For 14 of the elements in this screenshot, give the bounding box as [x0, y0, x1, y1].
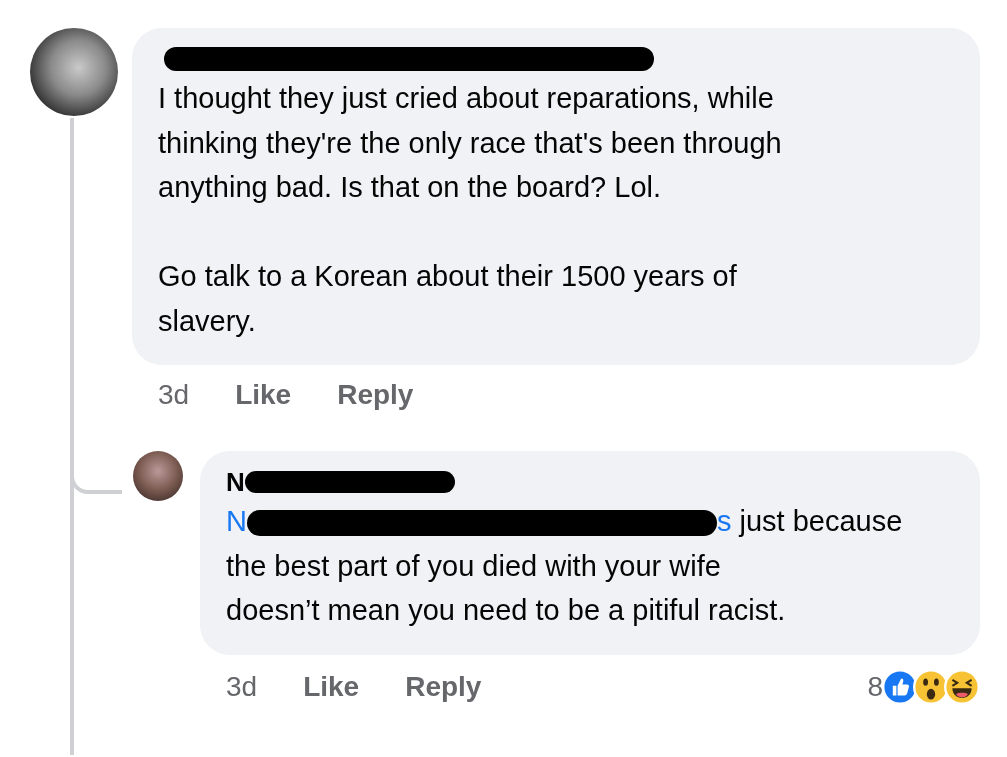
avatar: [133, 451, 183, 501]
reply-text: N s just because the best part of you died with your wife doesn’t mean you need to be a pitiful racist.: [226, 504, 904, 628]
commenter-name[interactable]: N: [226, 466, 245, 498]
reply-link[interactable]: Reply: [405, 670, 482, 703]
surprised-face-icon[interactable]: [913, 668, 949, 705]
comment-text: I thought they just cried about reparations, while thinking they're the only race that's been through anything bad. Is that on the board? Lol. Go talk to a Korean about their 1500 years of slavery.: [158, 81, 783, 339]
thumbs-up-icon[interactable]: [882, 668, 918, 705]
laughing-face-icon[interactable]: [944, 668, 980, 705]
timestamp: 3d: [226, 670, 258, 703]
reaction-count: 8: [867, 670, 883, 703]
like-link[interactable]: Like: [235, 379, 292, 411]
reply-link[interactable]: Reply: [337, 379, 414, 411]
timestamp: 3d: [158, 379, 190, 411]
like-link[interactable]: Like: [303, 670, 360, 703]
